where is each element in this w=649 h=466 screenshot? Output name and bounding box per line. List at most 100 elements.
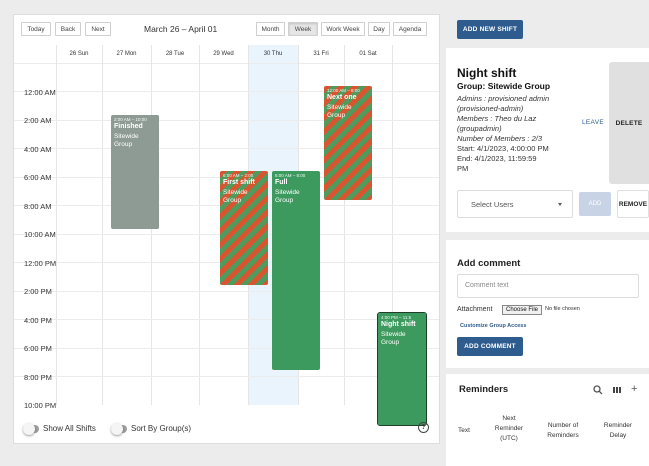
add-icon[interactable]: + xyxy=(631,383,637,395)
view-week-button[interactable]: Week xyxy=(288,22,318,36)
show-all-shifts-label: Show All Shifts xyxy=(43,424,96,433)
add-comment-title: Add comment xyxy=(457,258,521,269)
view-workweek-button[interactable]: Work Week xyxy=(321,22,365,36)
add-user-button[interactable]: ADD xyxy=(579,192,611,216)
event-time: 4:00 PM – 11:5 xyxy=(381,315,412,320)
columns-icon[interactable] xyxy=(612,385,622,397)
day-header-sat: 01 Sat xyxy=(359,51,377,57)
event-time: 6:00 AM – 2:00 xyxy=(223,173,254,178)
help-icon[interactable]: ? xyxy=(418,422,429,433)
leave-button[interactable]: LEAVE xyxy=(582,119,604,126)
reminders-title: Reminders xyxy=(459,384,509,395)
hour-line xyxy=(14,376,439,377)
add-comment-button[interactable]: ADD COMMENT xyxy=(457,337,523,356)
event-next-one[interactable]: 12:00 AM – 8:00 Next one Sitewide Group xyxy=(324,86,372,200)
calendar-footer: Show All Shifts Sort By Group(s) ? xyxy=(14,415,439,443)
time-label: 4:00 PM xyxy=(24,316,52,325)
next-button[interactable]: Next xyxy=(85,22,111,36)
event-time: 6:00 AM – 8:00 xyxy=(275,173,306,178)
event-group: Sitewide Group xyxy=(223,189,248,204)
hour-line xyxy=(14,319,439,320)
time-label: 8:00 PM xyxy=(24,373,52,382)
time-label: 10:00 PM xyxy=(24,401,57,410)
header-line: Delay xyxy=(609,432,627,439)
shift-member-count: Number of Members : 2/3 xyxy=(457,134,543,143)
calendar-toolbar: Today Back Next March 26 – April 01 Mont… xyxy=(14,15,439,45)
day-header-mon: 27 Mon xyxy=(116,51,137,57)
date-range-title: March 26 – April 01 xyxy=(144,24,218,34)
sort-by-group-toggle[interactable] xyxy=(111,423,127,435)
header-line: Reminders xyxy=(547,432,579,439)
time-label: 2:00 PM xyxy=(24,287,52,296)
event-finished[interactable]: 2:00 AM – 10:00 Finished Sitewide Group xyxy=(111,115,159,229)
day-header-sun: 26 Sun xyxy=(69,51,89,57)
event-time: 2:00 AM – 10:00 xyxy=(114,117,147,122)
day-header-thu: 30 Thu xyxy=(263,51,283,57)
shift-members: Members : Theo du Laz xyxy=(457,114,537,123)
event-group: Sitewide Group xyxy=(381,331,406,346)
search-icon[interactable] xyxy=(593,385,603,397)
event-name: Night shift xyxy=(381,321,416,328)
header-line: Reminder xyxy=(494,425,524,432)
comment-placeholder: Comment text xyxy=(465,282,509,289)
sort-by-group-label: Sort By Group(s) xyxy=(131,424,192,433)
event-name: Full xyxy=(275,179,288,186)
day-header-tue: 28 Tue xyxy=(165,51,185,57)
col-header-reminder-delay: Reminder Delay xyxy=(598,421,638,441)
delete-button[interactable]: DELETE xyxy=(609,62,649,184)
hour-line xyxy=(14,91,439,92)
grid-vline xyxy=(56,45,57,405)
shift-sidebar: ADD NEW SHIFT Night shift Group: Sitewid… xyxy=(446,0,649,466)
header-line: Reminder xyxy=(603,422,633,429)
shift-admins: Admins : provisioned admin xyxy=(457,94,550,103)
view-month-button[interactable]: Month xyxy=(256,22,285,36)
time-label: 2:00 AM xyxy=(24,116,52,125)
show-all-shifts-toggle[interactable] xyxy=(23,423,39,435)
time-label: 6:00 PM xyxy=(24,344,52,353)
comment-input[interactable]: Comment text xyxy=(457,274,639,298)
back-button[interactable]: Back xyxy=(55,22,81,36)
shift-title: Night shift xyxy=(457,66,517,80)
shift-members-id: (groupadmin) xyxy=(457,124,502,133)
event-group: Sitewide Group xyxy=(275,189,300,204)
header-divider xyxy=(14,63,439,64)
header-line: Number of xyxy=(547,422,579,429)
event-night-shift[interactable]: 4:00 PM – 11:5 Night shift Sitewide Grou… xyxy=(377,312,427,426)
hour-line xyxy=(14,291,439,292)
add-new-shift-button[interactable]: ADD NEW SHIFT xyxy=(457,20,523,39)
choose-file-button[interactable]: Choose File xyxy=(502,305,543,315)
week-grid: 26 Sun 27 Mon 28 Tue 29 Wed 30 Thu 31 Fr… xyxy=(14,45,439,426)
today-button[interactable]: Today xyxy=(21,22,51,36)
view-agenda-button[interactable]: Agenda xyxy=(393,22,427,36)
hour-line xyxy=(14,120,439,121)
col-header-text: Text xyxy=(458,427,470,434)
event-group: Sitewide Group xyxy=(327,104,352,119)
hour-line xyxy=(14,348,439,349)
app: Today Back Next March 26 – April 01 Mont… xyxy=(0,0,649,466)
shift-group: Group: Sitewide Group xyxy=(457,81,551,91)
grid-vline xyxy=(102,45,103,405)
day-header-wed: 29 Wed xyxy=(213,51,234,57)
time-label: 8:00 AM xyxy=(24,202,52,211)
event-group: Sitewide Group xyxy=(114,133,139,148)
shift-end: End: 4/1/2023, 11:59:59 xyxy=(457,154,537,163)
view-day-button[interactable]: Day xyxy=(368,22,390,36)
event-first-shift[interactable]: 6:00 AM – 2:00 First shift Sitewide Grou… xyxy=(220,171,268,285)
col-header-next-reminder: Next Reminder (UTC) xyxy=(489,414,529,444)
day-header-fri: 31 Fri xyxy=(313,51,329,57)
select-users-dropdown[interactable]: Select Users xyxy=(457,190,573,218)
attachment-label: Attachment xyxy=(457,306,493,313)
header-line: Next xyxy=(502,415,516,422)
hour-line xyxy=(14,148,439,149)
time-label: 10:00 AM xyxy=(24,230,56,239)
remove-user-button[interactable]: REMOVE xyxy=(617,190,649,218)
customize-group-access-link[interactable]: Customize Group Access xyxy=(460,323,526,329)
chevron-down-icon xyxy=(558,203,562,206)
col-header-number-of-reminders: Number of Reminders xyxy=(541,421,585,441)
event-full[interactable]: 6:00 AM – 8:00 Full Sitewide Group xyxy=(272,171,320,370)
header-line: (UTC) xyxy=(500,435,518,442)
shift-end-suffix: PM xyxy=(457,164,469,173)
time-label: 12:00 AM xyxy=(24,88,56,97)
no-file-label: No file chosen xyxy=(545,306,580,312)
time-label: 4:00 AM xyxy=(24,145,52,154)
